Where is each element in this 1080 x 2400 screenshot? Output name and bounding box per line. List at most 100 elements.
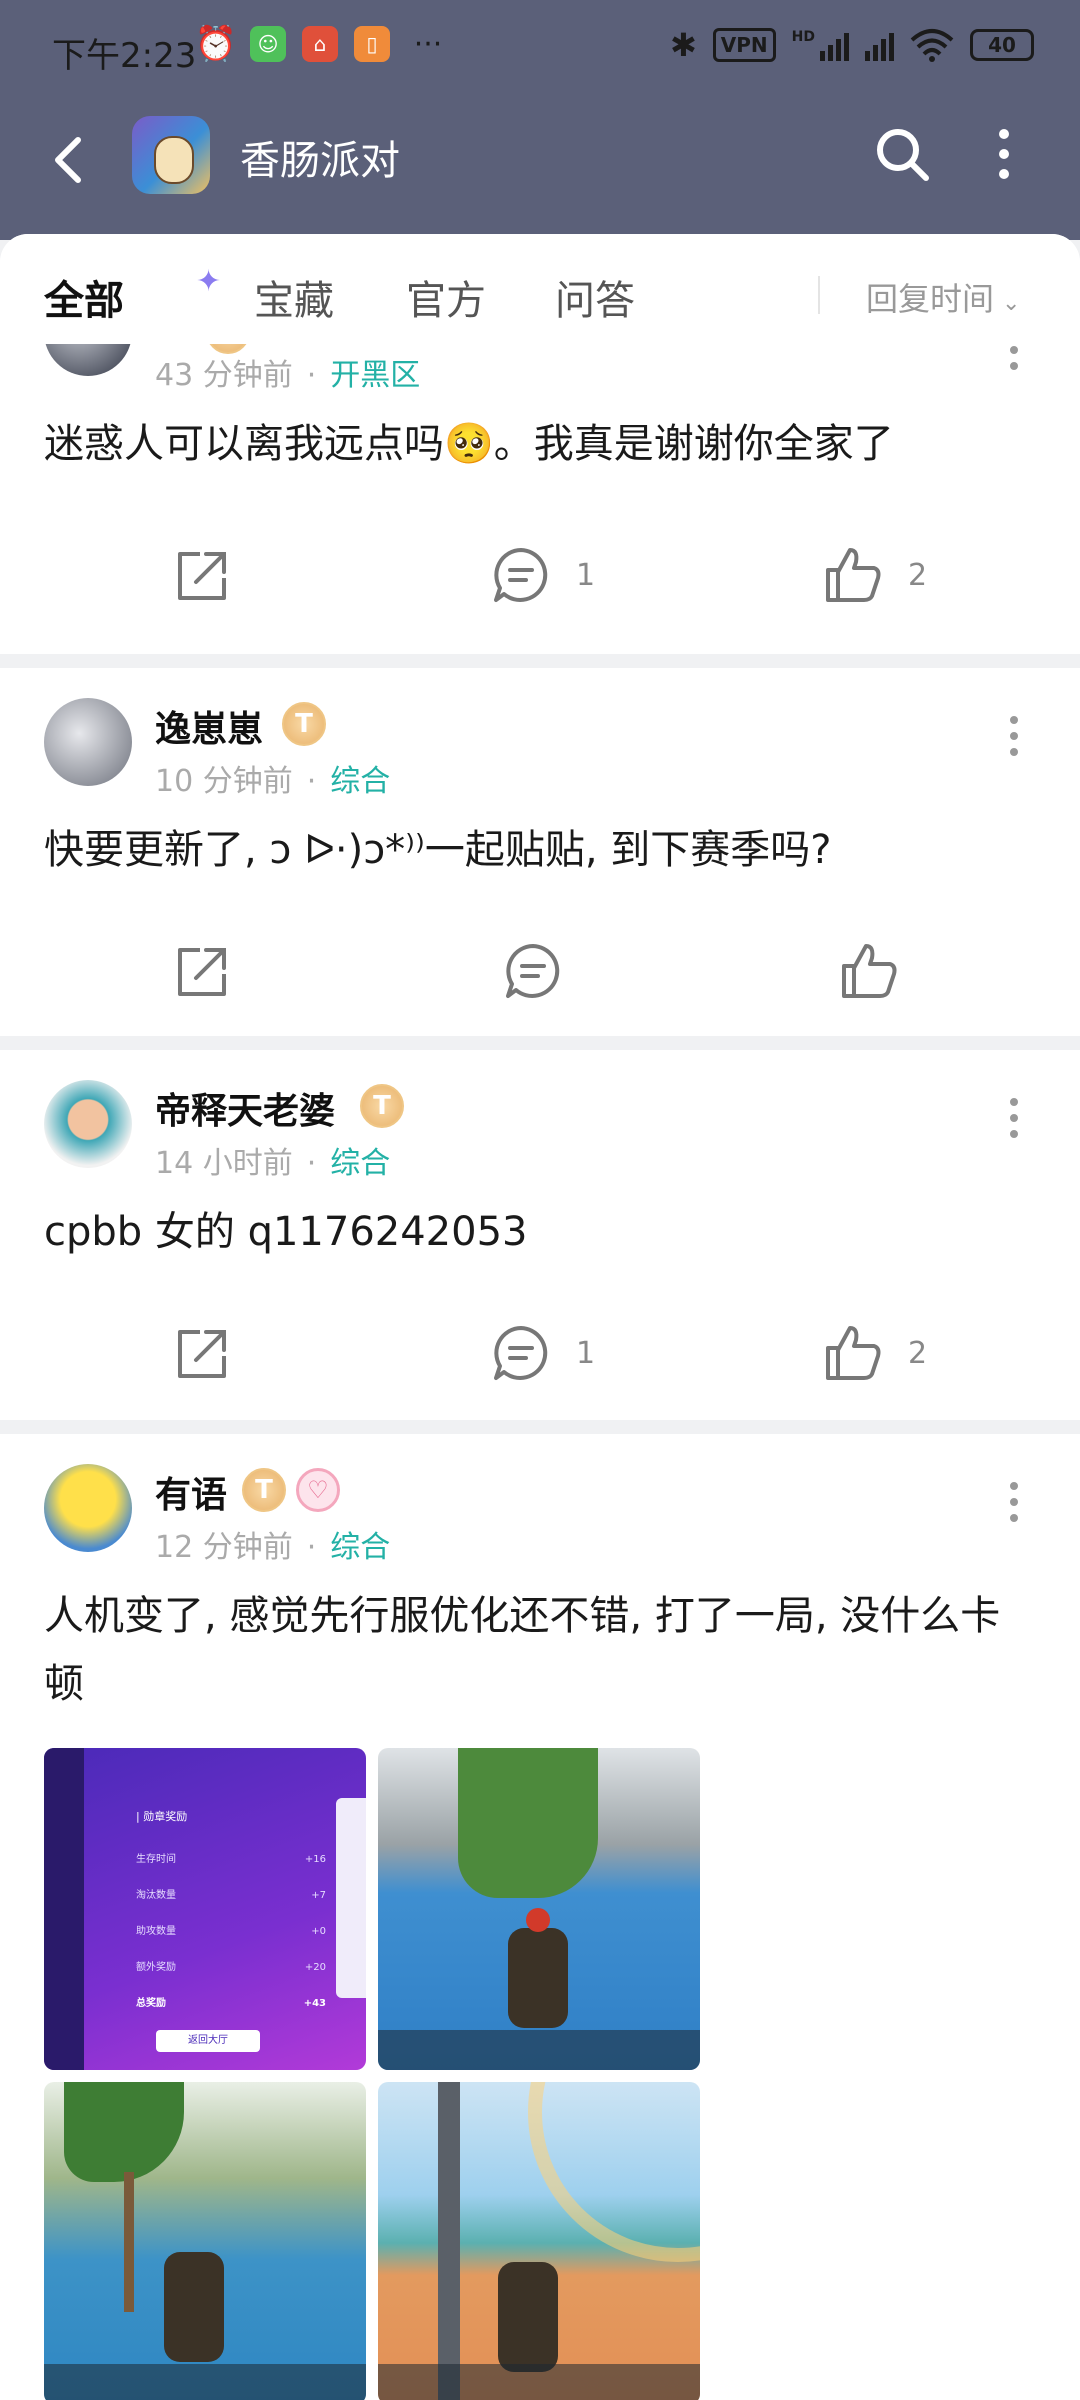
tab-official[interactable]: 官方 <box>406 268 486 326</box>
share-icon <box>178 1330 226 1378</box>
post-category[interactable]: 综合 <box>330 1146 390 1181</box>
post-category[interactable]: 综合 <box>330 764 390 799</box>
tab-all[interactable]: 全部 <box>44 268 124 326</box>
user-avatar[interactable] <box>44 1080 132 1168</box>
post-more-icon[interactable] <box>1006 1480 1022 1524</box>
reward-total-label: 总奖励 <box>136 1998 166 2009</box>
search-icon[interactable] <box>870 122 934 186</box>
post-category[interactable]: 开黑区 <box>330 358 420 393</box>
reward-screen-panel <box>336 1798 366 1998</box>
share-icon <box>178 948 226 996</box>
game-hud <box>44 2364 366 2400</box>
post-more-icon[interactable] <box>1006 714 1022 758</box>
post-image[interactable] <box>378 1748 700 2070</box>
comment-icon <box>506 944 560 998</box>
post-card[interactable]: 逸崽崽 T 10 分钟前 · 综合 快要更新了, ↄ ᐅ·)ↄ*⁾⁾一起贴贴, 到下… <box>0 668 1080 1036</box>
post-time: 43 分钟前 <box>155 358 293 393</box>
comment-button[interactable]: 1 <box>490 1322 595 1384</box>
game-avatar[interactable] <box>132 116 210 194</box>
reward-row-label: 助攻数量 <box>136 1926 176 1937</box>
reward-row-label: 生存时间 <box>136 1854 176 1865</box>
status-time: 下午2:23 <box>52 36 197 76</box>
post-username[interactable]: 有语 <box>155 1466 227 1518</box>
reward-total-value: +43 <box>303 1998 326 2009</box>
comment-count: 1 <box>576 1335 596 1371</box>
level-badge: T <box>360 1084 404 1128</box>
reward-list: 生存时间 +16 淘汰数量 +7 助攻数量 +0 额外奖励 +20 总奖励 +43 <box>136 1842 326 2022</box>
comment-button[interactable]: 1 <box>490 544 595 606</box>
post-more-icon[interactable] <box>1006 1096 1022 1140</box>
post-content[interactable]: 人机变了, 感觉先行服优化还不错, 打了一局, 没什么卡顿 <box>44 1582 1034 1718</box>
post-username[interactable]: 帝释天老婆 <box>155 1082 335 1134</box>
content-panel: 全部 ✦ 宝藏 官方 问答 回复时间 ⌄ T 43 分钟前·开黑区 迷惑人可以离我… <box>0 234 1080 2400</box>
reward-title: | 勋章奖励 <box>136 1810 188 1823</box>
shop-app-icon: ⌂ <box>302 26 338 62</box>
level-badge-text: T <box>373 1091 391 1121</box>
comment-icon <box>494 1326 548 1380</box>
post-meta: 10 分钟前 · 综合 <box>155 764 391 799</box>
post-card[interactable]: 有语 T ♡ 12 分钟前 · 综合 人机变了, 感觉先行服优化还不错, 打了一局,… <box>0 1434 1080 2400</box>
game-character <box>508 1928 568 2028</box>
post-time: 10 分钟前 <box>155 764 293 799</box>
level-badge-text: T <box>295 709 313 739</box>
share-button[interactable] <box>170 1322 232 1384</box>
comment-count: 1 <box>576 557 596 593</box>
comment-button[interactable] <box>502 940 588 1002</box>
more-options-icon[interactable] <box>984 122 1024 186</box>
like-button[interactable]: 2 <box>822 544 927 606</box>
share-button[interactable] <box>170 940 232 1002</box>
reward-row-label: 额外奖励 <box>136 1962 176 1973</box>
page-title: 香肠派对 <box>240 138 400 184</box>
battery-indicator: 40 <box>970 29 1034 61</box>
alarm-icon: ⏰ <box>194 24 238 64</box>
game-character-head <box>526 1908 550 1932</box>
like-button[interactable]: 2 <box>822 1322 927 1384</box>
reward-screen-sidebar <box>44 1748 84 2070</box>
post-content[interactable]: cpbb 女的 q1176242053 <box>44 1198 1034 1266</box>
post-category[interactable]: 综合 <box>330 1530 390 1565</box>
reward-row-value: +20 <box>304 1962 326 1973</box>
status-notification-icons: ⏰ ☺ ⌂ ▯ ··· <box>194 24 450 64</box>
game-palm-tree <box>64 2082 184 2182</box>
reward-row-value: +7 <box>311 1890 326 1901</box>
post-meta: 14 小时前 · 综合 <box>155 1146 391 1181</box>
post-image[interactable] <box>44 2082 366 2400</box>
sort-dropdown[interactable]: 回复时间 ⌄ <box>866 274 1020 320</box>
thumbs-up-icon <box>842 944 897 998</box>
tab-treasure[interactable]: 宝藏 <box>254 268 334 326</box>
app-header: 香肠派对 <box>0 100 1080 240</box>
tab-qa[interactable]: 问答 <box>555 268 635 326</box>
status-right: ✱ VPN HD 40 <box>670 26 1034 64</box>
thumbs-up-icon <box>826 1326 881 1380</box>
heart-medal-icon: ♡ <box>296 1468 340 1512</box>
game-rainbow <box>528 2082 700 2262</box>
reward-row-label: 淘汰数量 <box>136 1890 176 1901</box>
user-avatar[interactable] <box>44 1464 132 1552</box>
game-hud <box>378 2030 700 2070</box>
post-content[interactable]: 快要更新了, ↄ ᐅ·)ↄ*⁾⁾一起贴贴, 到下赛季吗? <box>44 816 1034 884</box>
like-button[interactable] <box>838 940 924 1002</box>
reward-row-value: +0 <box>311 1926 326 1937</box>
post-meta: 43 分钟前 · 开黑区 <box>155 358 421 393</box>
share-icon <box>178 552 226 600</box>
post-separator <box>0 1036 1080 1050</box>
post-card[interactable]: 帝释天老婆 T 14 小时前 · 综合 cpbb 女的 q1176242053 1 … <box>0 1050 1080 1420</box>
post-image[interactable]: | 勋章奖励 生存时间 +16 淘汰数量 +7 助攻数量 +0 额外奖励 +20 总奖励… <box>44 1748 366 2070</box>
chevron-down-icon: ⌄ <box>1002 291 1021 316</box>
share-button[interactable] <box>170 544 232 606</box>
game-character <box>164 2252 224 2362</box>
signal-hd-label: HD <box>791 29 815 45</box>
status-bar: 下午2:23 ⏰ ☺ ⌂ ▯ ··· ✱ VPN HD 40 <box>0 0 1080 100</box>
post-separator <box>0 1420 1080 1434</box>
game-character <box>498 2262 558 2372</box>
post-content[interactable]: 迷惑人可以离我远点吗🥺。我真是谢谢你全家了 <box>44 410 1034 478</box>
reward-row-value: +16 <box>304 1854 326 1865</box>
post-username[interactable]: 逸崽崽 <box>155 700 263 752</box>
user-avatar[interactable] <box>44 698 132 786</box>
post-image[interactable] <box>378 2082 700 2400</box>
sort-divider <box>818 276 820 314</box>
game-tree <box>458 1748 598 1898</box>
back-arrow-icon[interactable] <box>40 130 100 190</box>
thumbs-up-icon <box>826 548 881 602</box>
post-time: 14 小时前 <box>155 1146 293 1181</box>
